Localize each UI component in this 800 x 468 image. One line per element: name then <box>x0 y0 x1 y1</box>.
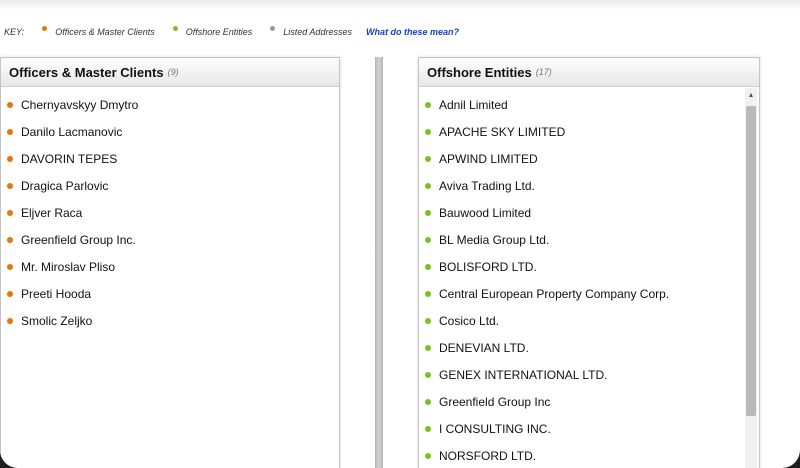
entity-name: BL Media Group Ltd. <box>439 232 550 247</box>
officers-panel-title: Officers & Master Clients <box>9 64 164 80</box>
orange-dot-icon <box>7 128 13 135</box>
officer-item[interactable]: Danilo Lacmanovic <box>1 118 339 145</box>
orange-dot-icon <box>7 101 13 108</box>
officer-item[interactable]: Chernyavskyy Dmytro <box>1 91 339 118</box>
entity-item[interactable]: Bauwood Limited <box>419 199 759 226</box>
entities-panel: Offshore Entities (17) Adnil Limited APA… <box>418 57 760 468</box>
gray-dot-icon <box>270 25 276 31</box>
entity-item[interactable]: Central European Property Company Corp. <box>419 280 759 307</box>
officer-name: Greenfield Group Inc. <box>21 232 136 247</box>
officer-name: Preeti Hooda <box>21 286 92 301</box>
entity-name: GENEX INTERNATIONAL LTD. <box>439 367 608 382</box>
key-item-label: Officers & Master Clients <box>55 27 155 37</box>
entity-item[interactable]: Aviva Trading Ltd. <box>419 172 759 199</box>
orange-dot-icon <box>42 25 48 31</box>
officer-item[interactable]: Preeti Hooda <box>1 280 339 307</box>
entity-name: Adnil Limited <box>439 97 508 112</box>
panel-divider[interactable] <box>375 57 383 468</box>
entities-list: Adnil Limited APACHE SKY LIMITED APWIND … <box>419 91 759 468</box>
entity-item[interactable]: APACHE SKY LIMITED <box>419 118 759 145</box>
officer-item[interactable]: Eljver Raca <box>1 199 339 226</box>
officer-name: Danilo Lacmanovic <box>21 124 123 139</box>
officers-count: (9) <box>167 67 179 77</box>
scrollbar-thumb[interactable] <box>746 106 756 416</box>
key-item-label: Offshore Entities <box>185 27 253 37</box>
green-dot-icon <box>425 398 431 405</box>
orange-dot-icon <box>7 317 13 324</box>
officer-name: Eljver Raca <box>21 205 83 220</box>
key-label: KEY: <box>4 27 25 37</box>
entity-item[interactable]: GENEX INTERNATIONAL LTD. <box>419 361 759 388</box>
green-dot-icon <box>425 128 431 135</box>
app-frame: KEY: Officers & Master Clients Offshore … <box>0 0 800 468</box>
green-dot-icon <box>425 263 431 270</box>
entity-item[interactable]: I CONSULTING INC. <box>419 415 759 442</box>
entity-item[interactable]: BOLISFORD LTD. <box>419 253 759 280</box>
officer-item[interactable]: Mr. Miroslav Pliso <box>1 253 339 280</box>
entities-count: (17) <box>535 67 552 77</box>
officer-item[interactable]: Smolic Zeljko <box>1 307 339 334</box>
green-dot-icon <box>425 209 431 216</box>
entities-panel-title: Offshore Entities <box>427 64 532 80</box>
officer-name: Mr. Miroslav Pliso <box>21 259 116 274</box>
officer-item[interactable]: Greenfield Group Inc. <box>1 226 339 253</box>
entity-name: Aviva Trading Ltd. <box>439 178 535 193</box>
green-dot-icon <box>425 425 431 432</box>
officer-name: Smolic Zeljko <box>21 313 93 328</box>
entity-name: Central European Property Company Corp. <box>439 286 670 301</box>
green-dot-icon <box>425 371 431 378</box>
entity-name: NORSFORD LTD. <box>439 448 537 463</box>
entity-item[interactable]: BL Media Group Ltd. <box>419 226 759 253</box>
green-dot-icon <box>425 290 431 297</box>
entity-item[interactable]: NORSFORD LTD. <box>419 442 759 468</box>
orange-dot-icon <box>7 290 13 297</box>
what-do-these-mean-link[interactable]: What do these mean? <box>366 27 459 37</box>
orange-dot-icon <box>7 182 13 189</box>
entity-item[interactable]: APWIND LIMITED <box>419 145 759 172</box>
green-dot-icon <box>425 452 431 459</box>
entity-item[interactable]: Adnil Limited <box>419 91 759 118</box>
green-dot-icon <box>425 182 431 189</box>
key-item-officers: Officers & Master Clients <box>38 25 155 37</box>
entity-name: BOLISFORD LTD. <box>439 259 537 274</box>
key-item-addresses: Listed Addresses <box>266 25 352 37</box>
officers-list: Chernyavskyy Dmytro Danilo Lacmanovic DA… <box>1 91 339 334</box>
entity-name: DENEVIAN LTD. <box>439 340 529 355</box>
title-strip <box>0 0 800 10</box>
entity-name: APACHE SKY LIMITED <box>439 124 566 139</box>
officers-panel-header: Officers & Master Clients (9) <box>1 58 339 87</box>
scroll-up-arrow-icon[interactable]: ▲ <box>747 92 755 100</box>
entity-name: Cosico Ltd. <box>439 313 500 328</box>
officers-panel: Officers & Master Clients (9) Chernyavsk… <box>0 57 340 468</box>
green-dot-icon <box>172 25 178 31</box>
entities-panel-header: Offshore Entities (17) <box>419 58 759 87</box>
officer-item[interactable]: Dragica Parlovic <box>1 172 339 199</box>
entity-item[interactable]: DENEVIAN LTD. <box>419 334 759 361</box>
orange-dot-icon <box>7 155 13 162</box>
green-dot-icon <box>425 236 431 243</box>
key-item-entities: Offshore Entities <box>169 25 253 37</box>
green-dot-icon <box>425 344 431 351</box>
officer-item[interactable]: DAVORIN TEPES <box>1 145 339 172</box>
entity-item[interactable]: Greenfield Group Inc <box>419 388 759 415</box>
green-dot-icon <box>425 155 431 162</box>
green-dot-icon <box>425 317 431 324</box>
entity-item[interactable]: Cosico Ltd. <box>419 307 759 334</box>
orange-dot-icon <box>7 209 13 216</box>
officer-name: Dragica Parlovic <box>21 178 109 193</box>
key-item-label: Listed Addresses <box>283 27 352 37</box>
officer-name: Chernyavskyy Dmytro <box>21 97 139 112</box>
green-dot-icon <box>425 101 431 108</box>
entity-name: Bauwood Limited <box>439 205 532 220</box>
entity-name: APWIND LIMITED <box>439 151 538 166</box>
orange-dot-icon <box>7 236 13 243</box>
orange-dot-icon <box>7 263 13 270</box>
legend-key: KEY: Officers & Master Clients Offshore … <box>4 22 473 42</box>
entity-name: Greenfield Group Inc <box>439 394 551 409</box>
officer-name: DAVORIN TEPES <box>21 151 118 166</box>
entity-name: I CONSULTING INC. <box>439 421 551 436</box>
entities-scrollbar[interactable]: ▲ <box>745 88 757 468</box>
